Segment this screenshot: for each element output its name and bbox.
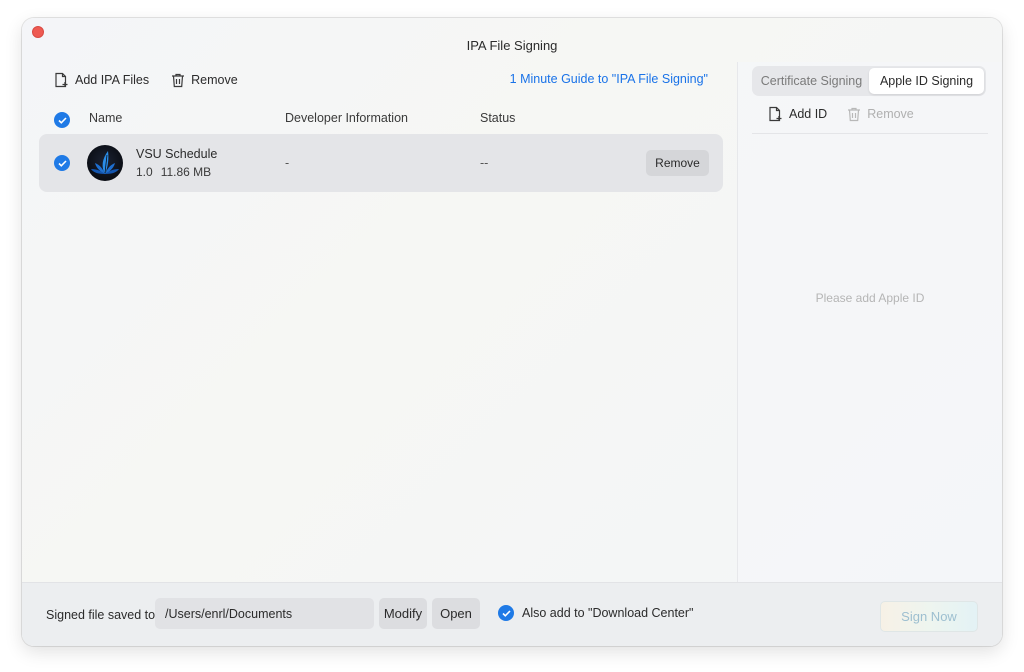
checkmark-icon — [54, 112, 70, 128]
add-file-icon — [54, 72, 69, 88]
open-button[interactable]: Open — [432, 598, 480, 629]
add-ipa-files-label: Add IPA Files — [75, 73, 150, 87]
remove-id-button[interactable]: Remove — [847, 107, 914, 122]
download-center-label: Also add to "Download Center" — [522, 606, 694, 620]
remove-id-label: Remove — [867, 107, 914, 121]
close-window-button[interactable] — [32, 26, 44, 38]
checkmark-icon — [57, 159, 67, 167]
app-window: IPA File Signing Add IPA Files Remove 1 … — [22, 18, 1002, 646]
save-location-label: Signed file saved to — [46, 608, 156, 622]
add-id-label: Add ID — [789, 107, 828, 121]
save-path-field[interactable] — [155, 598, 374, 629]
status-cell: -- — [480, 156, 489, 170]
column-header-status: Status — [480, 111, 516, 125]
add-file-icon — [768, 106, 783, 122]
download-center-checkbox[interactable]: Also add to "Download Center" — [498, 605, 693, 621]
developer-info-cell: - — [285, 156, 290, 170]
app-name: VSU Schedule — [136, 147, 218, 161]
row-checkbox[interactable] — [54, 155, 70, 171]
app-size: 11.86 MB — [160, 165, 212, 179]
trash-icon — [171, 73, 185, 88]
feather-leaf-app-icon — [87, 145, 123, 181]
guide-link[interactable]: 1 Minute Guide to "IPA File Signing" — [510, 72, 708, 86]
checkmark-icon — [498, 605, 514, 621]
divider — [752, 133, 988, 134]
footer-bar: Signed file saved to Modify Open Also ad… — [22, 582, 1002, 646]
empty-state-message: Please add Apple ID — [815, 291, 925, 305]
column-header-developer: Developer Information — [285, 111, 408, 125]
trash-icon — [847, 107, 861, 122]
tab-certificate-signing[interactable]: Certificate Signing — [754, 68, 869, 94]
apple-id-toolbar: Add ID Remove — [768, 106, 934, 122]
table-header: Name Developer Information Status — [54, 108, 722, 128]
file-toolbar: Add IPA Files Remove — [54, 70, 260, 90]
remove-files-button[interactable]: Remove — [171, 73, 238, 88]
tab-apple-id-signing[interactable]: Apple ID Signing — [869, 68, 984, 94]
signing-mode-tabs: Certificate Signing Apple ID Signing — [752, 66, 986, 96]
row-remove-button[interactable]: Remove — [646, 150, 709, 176]
window-title: IPA File Signing — [466, 38, 558, 53]
column-header-name: Name — [89, 111, 123, 125]
add-id-button[interactable]: Add ID — [768, 106, 827, 122]
app-version: 1.0 — [136, 165, 153, 179]
sign-now-button[interactable]: Sign Now — [880, 601, 978, 632]
app-meta: 1.0 11.86 MB — [136, 165, 211, 179]
remove-files-label: Remove — [191, 73, 238, 87]
modify-button[interactable]: Modify — [379, 598, 427, 629]
signing-panel: Certificate Signing Apple ID Signing Add… — [737, 62, 1002, 582]
table-row[interactable]: VSU Schedule 1.0 11.86 MB - -- Remove — [39, 134, 723, 192]
add-ipa-files-button[interactable]: Add IPA Files — [54, 72, 149, 88]
